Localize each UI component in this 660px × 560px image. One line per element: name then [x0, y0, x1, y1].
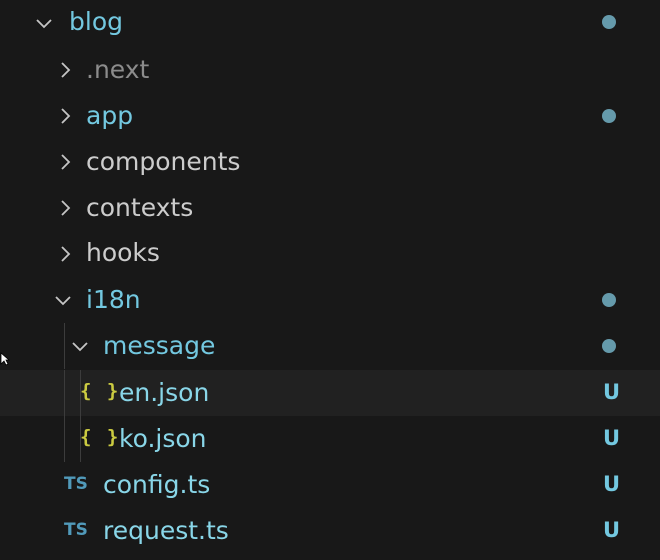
folder-label: app — [86, 101, 134, 130]
chevron-down-icon[interactable] — [35, 14, 53, 32]
tree-item-next[interactable]: .next — [0, 47, 660, 93]
chevron-right-icon[interactable] — [56, 245, 74, 263]
tree-item-app[interactable]: app — [0, 93, 660, 139]
tree-item-message[interactable]: message — [0, 323, 660, 369]
untracked-status-badge: U — [603, 472, 621, 496]
tree-item-en-json[interactable]: { } en.json U — [0, 370, 660, 416]
file-explorer-tree: blog .next app components contexts hooks… — [0, 0, 660, 560]
untracked-status-badge: U — [603, 426, 621, 450]
chevron-right-icon[interactable] — [56, 107, 74, 125]
chevron-down-icon[interactable] — [54, 291, 72, 309]
file-label: request.ts — [103, 516, 229, 545]
mouse-cursor-icon — [0, 351, 11, 366]
tree-item-request-ts[interactable]: TS request.ts U — [0, 508, 660, 554]
file-label: config.ts — [103, 470, 211, 499]
tree-item-blog[interactable]: blog — [0, 0, 660, 46]
modified-dot-badge — [602, 109, 616, 123]
chevron-right-icon[interactable] — [56, 61, 74, 79]
chevron-right-icon[interactable] — [56, 199, 74, 217]
modified-dot-badge — [602, 15, 616, 29]
tree-item-ko-json[interactable]: { } ko.json U — [0, 416, 660, 462]
json-file-icon: { } — [80, 426, 121, 448]
tree-item-hooks[interactable]: hooks — [0, 231, 660, 277]
modified-dot-badge — [602, 339, 616, 353]
indent-guide — [64, 370, 65, 416]
chevron-right-icon[interactable] — [56, 153, 74, 171]
folder-label: components — [86, 147, 241, 176]
folder-label: blog — [69, 7, 123, 36]
tree-item-i18n[interactable]: i18n — [0, 277, 660, 323]
folder-label: message — [103, 331, 216, 360]
typescript-file-icon: TS — [64, 474, 88, 494]
tree-item-contexts[interactable]: contexts — [0, 185, 660, 231]
chevron-down-icon[interactable] — [71, 337, 89, 355]
modified-dot-badge — [602, 293, 616, 307]
untracked-status-badge: U — [603, 518, 621, 542]
folder-label: i18n — [86, 285, 141, 314]
file-label: en.json — [119, 378, 210, 407]
file-label: ko.json — [119, 424, 207, 453]
tree-item-components[interactable]: components — [0, 139, 660, 185]
folder-label: hooks — [86, 238, 160, 267]
folder-label: .next — [86, 55, 150, 84]
indent-guide — [64, 416, 65, 462]
untracked-status-badge: U — [603, 380, 621, 404]
typescript-file-icon: TS — [64, 520, 88, 540]
json-file-icon: { } — [80, 380, 121, 402]
tree-item-config-ts[interactable]: TS config.ts U — [0, 462, 660, 508]
indent-guide — [64, 323, 65, 369]
folder-label: contexts — [86, 193, 194, 222]
